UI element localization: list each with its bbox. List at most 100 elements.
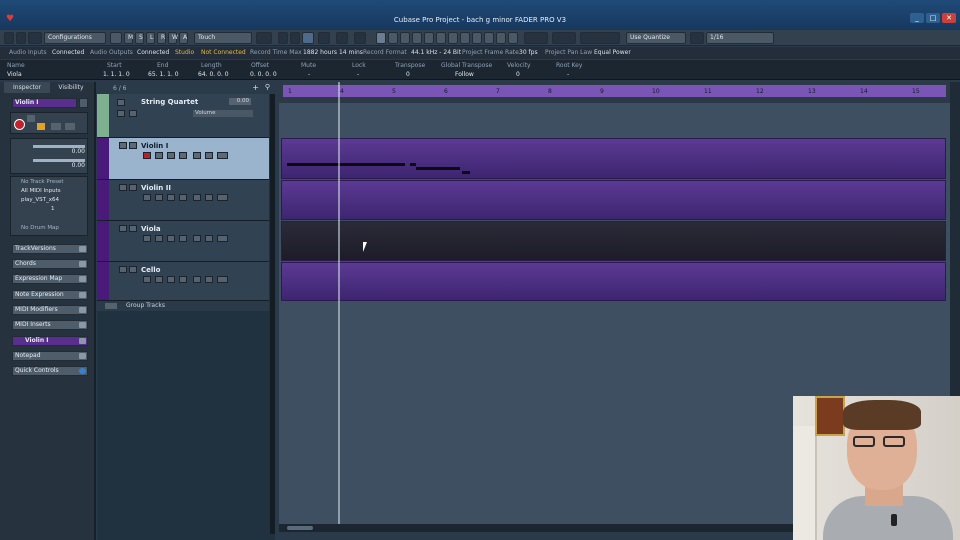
grid-type-icon[interactable] <box>580 32 620 44</box>
solo-icon[interactable] <box>129 266 137 273</box>
monitor-icon[interactable] <box>155 152 163 159</box>
folder-lane[interactable] <box>279 103 950 138</box>
draw-tool-icon[interactable] <box>412 32 422 44</box>
write-automation-icon[interactable] <box>65 123 75 130</box>
cycle-icon[interactable] <box>302 32 314 44</box>
autoscroll-icon[interactable] <box>256 32 272 44</box>
info-offset-value[interactable]: 0. 0. 0. 0 <box>250 71 277 78</box>
section-midi-inserts[interactable]: MIDI Inserts <box>12 320 88 330</box>
comp-tool-icon[interactable] <box>460 32 470 44</box>
track-violin-ii[interactable]: Violin II <box>97 180 269 221</box>
write-icon[interactable] <box>205 152 213 159</box>
info-velocity-value[interactable]: 0 <box>516 71 520 78</box>
mode-a-button[interactable]: A <box>179 32 188 44</box>
mode-w-button[interactable]: W <box>168 32 178 44</box>
play-tool-icon[interactable] <box>496 32 506 44</box>
info-transpose-value[interactable]: 0 <box>406 71 410 78</box>
record-enable-icon[interactable] <box>143 194 151 201</box>
track-viola[interactable]: Viola <box>97 221 269 262</box>
solo-icon[interactable] <box>129 225 137 232</box>
constrain-delay-icon[interactable] <box>110 32 122 44</box>
read-icon[interactable] <box>193 152 201 159</box>
read-icon[interactable] <box>193 235 201 242</box>
zoom-tool-icon[interactable] <box>436 32 446 44</box>
configurations-dropdown[interactable]: Configurations <box>44 32 106 44</box>
midi-part-violin-ii[interactable] <box>281 180 946 220</box>
edit-instrument-icon[interactable] <box>179 235 187 242</box>
lock-icon[interactable] <box>167 194 175 201</box>
drum-map-dropdown[interactable]: No Drum Map <box>21 225 59 231</box>
undo-icon[interactable] <box>16 32 26 44</box>
section-midi-modifiers[interactable]: MIDI Modifiers <box>12 305 88 315</box>
range-tool-icon[interactable] <box>388 32 398 44</box>
solo-icon[interactable] <box>129 142 137 149</box>
track-name[interactable]: Violin I <box>141 142 168 150</box>
keyboard-icon[interactable] <box>217 194 228 201</box>
go-to-end-icon[interactable] <box>290 32 300 44</box>
info-mute-value[interactable]: - <box>308 71 310 78</box>
lock-icon[interactable] <box>167 152 175 159</box>
play-icon[interactable] <box>336 32 348 44</box>
iterative-quantize-icon[interactable] <box>690 32 704 44</box>
split-tool-icon[interactable] <box>400 32 410 44</box>
midi-output-dropdown[interactable]: play_VST_x64 <box>21 197 59 203</box>
folder-solo-icon[interactable] <box>129 110 137 117</box>
track-preset-field[interactable]: No Track Preset <box>21 179 64 185</box>
monitor-icon[interactable] <box>155 194 163 201</box>
section-instrument[interactable]: Violin I <box>12 336 88 346</box>
snap-icon[interactable] <box>552 32 576 44</box>
info-global-transpose-value[interactable]: Follow <box>455 71 474 78</box>
info-lock-value[interactable]: - <box>357 71 359 78</box>
mode-m-button[interactable]: M <box>124 32 133 44</box>
time-warp-tool-icon[interactable] <box>472 32 482 44</box>
monitor-icon[interactable] <box>155 276 163 283</box>
mode-r-button[interactable]: R <box>157 32 166 44</box>
line-tool-icon[interactable] <box>484 32 494 44</box>
read-automation-icon[interactable] <box>51 123 61 130</box>
go-to-start-icon[interactable] <box>278 32 288 44</box>
nudge-palette-icon[interactable] <box>524 32 548 44</box>
violin-ii-lane[interactable] <box>279 180 950 221</box>
record-enable-icon[interactable] <box>14 119 25 130</box>
monitor-icon[interactable] <box>155 235 163 242</box>
viola-lane[interactable] <box>279 221 950 262</box>
solo-icon[interactable] <box>129 184 137 191</box>
add-track-icon[interactable]: + <box>252 83 259 92</box>
record-icon[interactable] <box>354 32 366 44</box>
project-cursor[interactable] <box>338 82 340 524</box>
violin-i-lane[interactable] <box>279 138 950 180</box>
volume-value[interactable]: 0.00 <box>72 148 85 155</box>
mute-icon[interactable] <box>119 142 127 149</box>
midi-input-dropdown[interactable]: All MIDI Inputs <box>21 188 61 194</box>
mute-icon[interactable] <box>27 115 35 122</box>
cello-lane[interactable] <box>279 262 950 302</box>
pan-value[interactable]: 0.00 <box>72 162 85 169</box>
monitor-icon[interactable] <box>37 123 45 130</box>
write-icon[interactable] <box>205 194 213 201</box>
edit-instrument-icon[interactable] <box>79 98 88 108</box>
search-icon[interactable]: ⚲ <box>265 83 270 91</box>
inspector-track-name[interactable]: Violin I <box>12 98 77 108</box>
object-selection-tool-icon[interactable] <box>376 32 386 44</box>
record-enable-icon[interactable] <box>143 152 151 159</box>
edit-instrument-icon[interactable] <box>179 276 187 283</box>
stop-icon[interactable] <box>318 32 330 44</box>
mode-l-button[interactable]: L <box>146 32 155 44</box>
folder-volume-value[interactable]: 0.00 <box>229 98 251 105</box>
mute-icon[interactable] <box>119 184 127 191</box>
keyboard-icon[interactable] <box>217 276 228 283</box>
quantize-presets-dropdown[interactable]: 1/16 <box>706 32 774 44</box>
lock-icon[interactable] <box>167 276 175 283</box>
track-name[interactable]: Violin II <box>141 184 171 192</box>
edit-instrument-icon[interactable] <box>179 194 187 201</box>
midi-part-viola[interactable] <box>281 221 946 261</box>
info-root-key-value[interactable]: - <box>567 71 569 78</box>
edit-instrument-icon[interactable] <box>179 152 187 159</box>
track-name[interactable]: Cello <box>141 266 161 274</box>
erase-tool-icon[interactable] <box>424 32 434 44</box>
group-tracks-row[interactable]: Group Tracks <box>97 301 269 311</box>
info-name-value[interactable]: Viola <box>7 71 22 78</box>
track-string-quartet[interactable]: String Quartet 0.00 Volume <box>97 94 269 138</box>
midi-part-violin-i[interactable] <box>281 138 946 179</box>
section-expression-map[interactable]: Expression Map <box>12 274 88 284</box>
